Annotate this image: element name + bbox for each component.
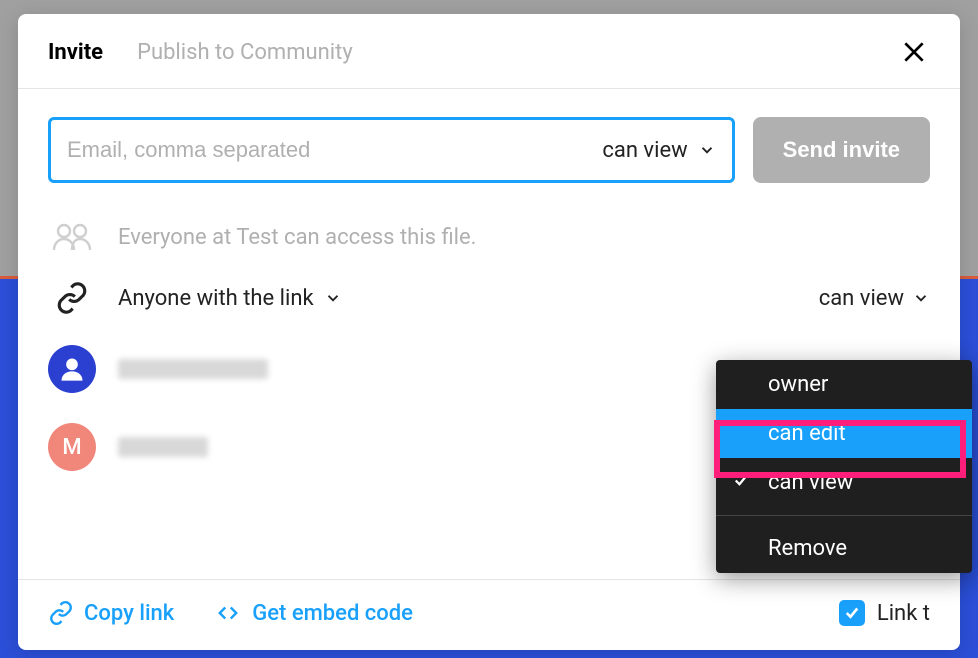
dropdown-item-owner[interactable]: owner: [716, 360, 972, 409]
link-checkbox-label: Link t: [877, 601, 930, 626]
modal-header: Invite Publish to Community: [18, 14, 960, 89]
code-icon: [214, 602, 242, 624]
link-access-select[interactable]: Anyone with the link: [118, 286, 342, 311]
link-permission-select[interactable]: can view: [819, 286, 930, 311]
close-icon: [901, 39, 927, 65]
invite-permission-label: can view: [602, 138, 687, 163]
chevron-down-icon: [324, 289, 342, 307]
link-access-label: Anyone with the link: [118, 286, 314, 311]
invite-permission-select[interactable]: can view: [602, 138, 715, 163]
copy-link-button[interactable]: Copy link: [48, 600, 174, 626]
chevron-down-icon: [698, 141, 716, 159]
dropdown-item-can-view[interactable]: can view: [716, 458, 972, 507]
embed-code-label: Get embed code: [252, 601, 413, 626]
link-checkbox[interactable]: [839, 600, 865, 626]
close-button[interactable]: [898, 36, 930, 68]
link-icon: [55, 281, 89, 315]
send-invite-button[interactable]: Send invite: [753, 117, 930, 183]
check-icon: [843, 604, 861, 622]
dropdown-item-can-edit[interactable]: can edit: [716, 409, 972, 458]
email-input-container[interactable]: can view: [48, 117, 735, 183]
org-access-text: Everyone at Test can access this file.: [118, 225, 476, 250]
check-icon: [732, 471, 750, 489]
permission-dropdown: owner can edit can view Remove: [716, 360, 972, 573]
dropdown-item-remove[interactable]: Remove: [716, 524, 972, 573]
people-icon: [52, 223, 92, 251]
avatar: M: [48, 423, 96, 471]
tab-invite[interactable]: Invite: [48, 40, 103, 65]
chevron-down-icon: [912, 289, 930, 307]
link-access-row: Anyone with the link can view: [48, 281, 930, 315]
copy-link-label: Copy link: [84, 601, 174, 626]
user-name-redacted: [118, 437, 208, 457]
link-permission-label: can view: [819, 286, 904, 311]
person-icon: [58, 355, 86, 383]
avatar: [48, 345, 96, 393]
tab-publish[interactable]: Publish to Community: [137, 40, 353, 65]
user-name-redacted: [118, 359, 268, 379]
email-field[interactable]: [67, 137, 602, 163]
modal-footer: Copy link Get embed code Link t: [18, 579, 960, 650]
link-icon: [48, 600, 74, 626]
embed-code-button[interactable]: Get embed code: [214, 601, 413, 626]
org-access-row: Everyone at Test can access this file.: [48, 223, 930, 251]
